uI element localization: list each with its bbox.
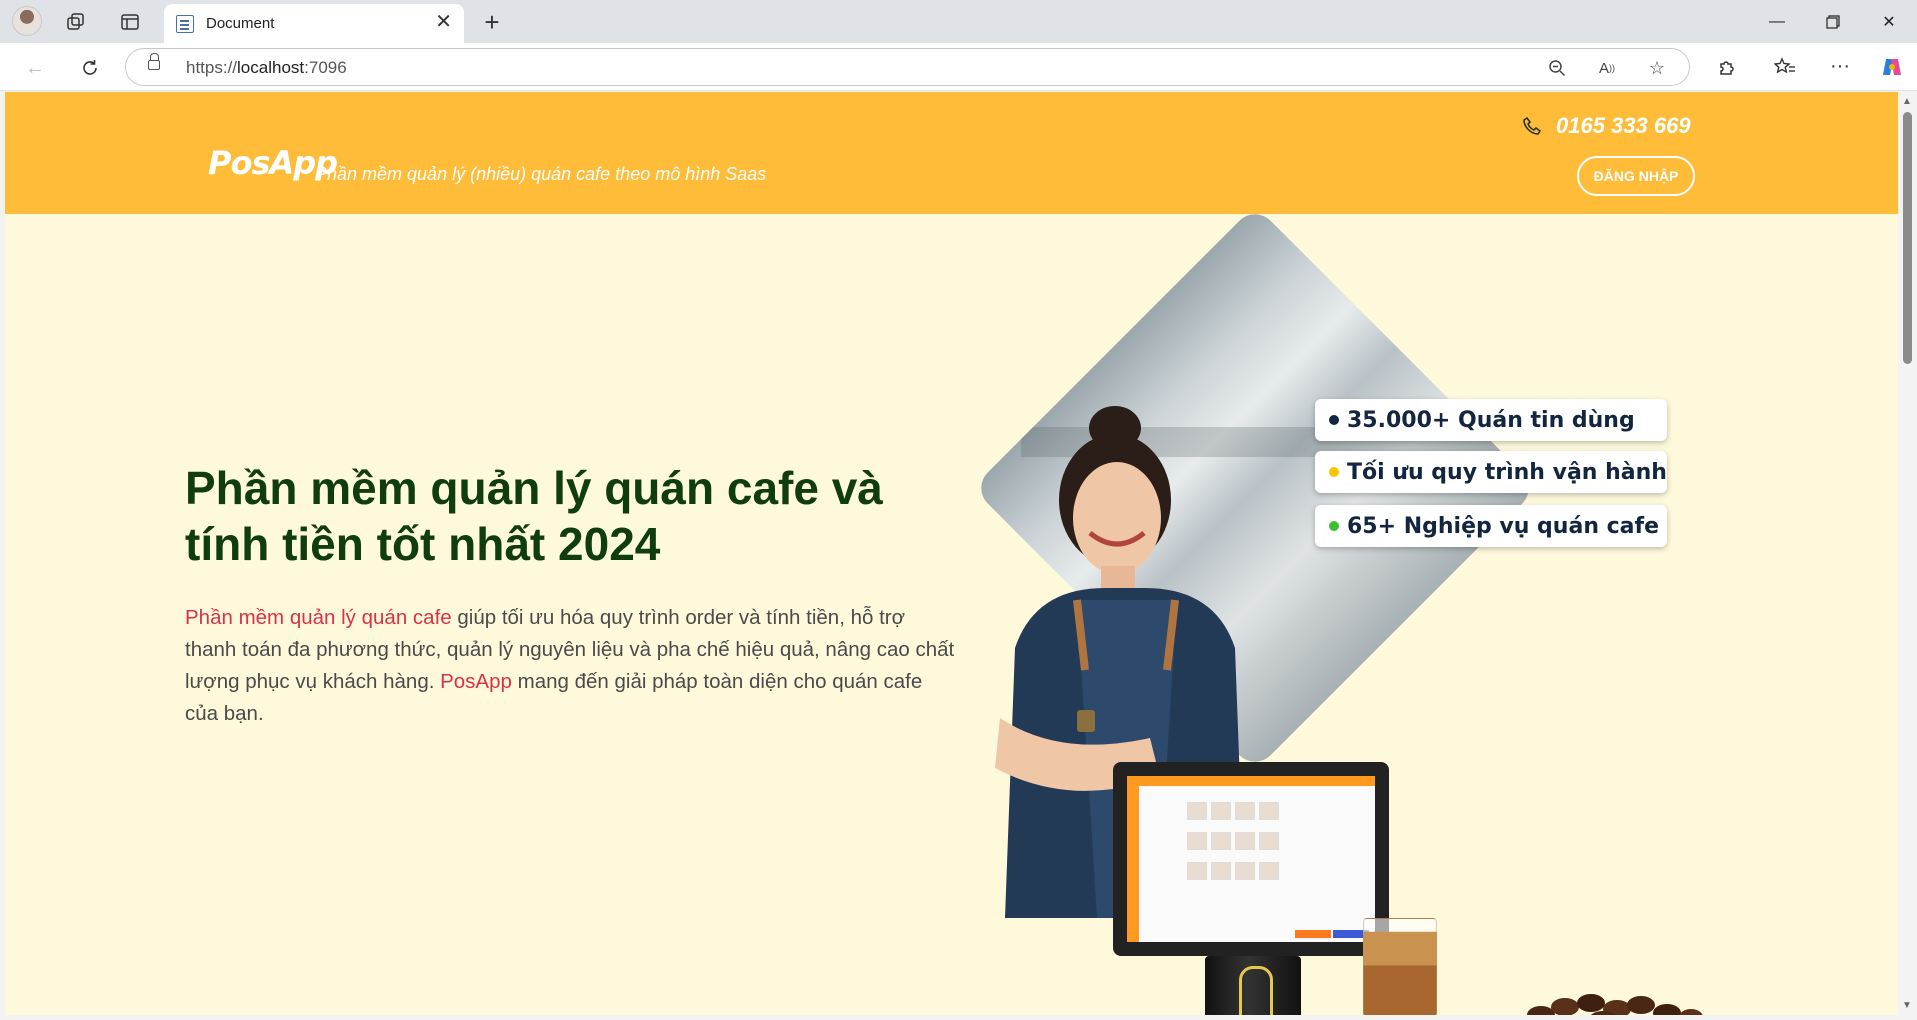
- page-viewport: PosApp Phần mềm quản lý (nhiều) quán caf…: [5, 92, 1898, 1015]
- hero-title: Phần mềm quản lý quán cafe và tính tiền …: [185, 462, 883, 570]
- tab-strip: Document ✕ + — ✕: [0, 0, 1917, 43]
- site-header: PosApp Phần mềm quản lý (nhiều) quán caf…: [5, 92, 1898, 214]
- read-aloud-icon[interactable]: A)): [1596, 57, 1618, 79]
- favorites-icon[interactable]: [1770, 52, 1800, 82]
- extensions-icon[interactable]: [1712, 52, 1742, 82]
- brand-link[interactable]: PosApp: [440, 670, 512, 693]
- stat-badge-3: 65+ Nghiệp vụ quán cafe: [1315, 505, 1667, 547]
- pos-terminal-image: [1113, 762, 1389, 956]
- page-scrollbar[interactable]: ▲ ▼: [1898, 92, 1917, 1015]
- minimize-icon[interactable]: —: [1749, 0, 1805, 43]
- coffee-beans-image: [1527, 994, 1703, 1015]
- phone-number[interactable]: 0165 333 669: [1556, 113, 1691, 139]
- zoom-out-icon[interactable]: [1546, 57, 1568, 79]
- address-bar: ← https://localhost:7096 A)) ☆ ···: [0, 43, 1917, 91]
- more-icon[interactable]: ···: [1825, 51, 1855, 81]
- bullet-dot: [1329, 521, 1339, 531]
- back-icon[interactable]: ←: [20, 53, 50, 83]
- stat-badge-1: 35.000+ Quán tin dùng: [1315, 399, 1667, 441]
- refresh-icon[interactable]: [75, 53, 105, 83]
- login-button[interactable]: ĐĂNG NHẬP: [1577, 156, 1695, 196]
- iced-coffee-image: [1363, 918, 1437, 1015]
- restore-icon[interactable]: [1805, 0, 1861, 43]
- phone-icon: [1523, 116, 1542, 135]
- tab-actions-icon[interactable]: [116, 8, 144, 36]
- phone-contact[interactable]: 0165 333 669: [1522, 113, 1691, 139]
- lock-icon[interactable]: [148, 53, 160, 70]
- favorite-icon[interactable]: ☆: [1646, 57, 1668, 79]
- active-tab[interactable]: Document ✕: [164, 4, 464, 43]
- scroll-thumb[interactable]: [1903, 112, 1912, 364]
- workspaces-icon[interactable]: [62, 8, 90, 36]
- pos-screen: [1127, 776, 1375, 942]
- hero-illustration: 35.000+ Quán tin dùng Tối ưu quy trình v…: [965, 205, 1705, 1015]
- product-link[interactable]: Phần mềm quản lý quán cafe: [185, 606, 452, 629]
- stat-badge-2: Tối ưu quy trình vận hành: [1315, 451, 1667, 493]
- terminal-stand: [1205, 956, 1301, 1015]
- profile-icon[interactable]: [12, 6, 42, 36]
- scroll-down-icon[interactable]: ▼: [1902, 1000, 1912, 1011]
- close-window-icon[interactable]: ✕: [1861, 0, 1917, 43]
- bullet-dot: [1329, 415, 1339, 425]
- copilot-icon[interactable]: [1877, 52, 1907, 82]
- new-tab-icon[interactable]: +: [478, 7, 506, 37]
- url-field[interactable]: https://localhost:7096 A)) ☆: [125, 48, 1690, 86]
- site-tagline: Phần mềm quản lý (nhiều) quán cafe theo …: [315, 164, 767, 184]
- document-icon: [176, 15, 194, 33]
- scroll-up-icon[interactable]: ▲: [1902, 96, 1912, 107]
- bullet-dot: [1329, 467, 1339, 477]
- hero-description: Phần mềm quản lý quán cafe giúp tối ưu h…: [185, 606, 955, 725]
- url-text[interactable]: https://localhost:7096: [186, 58, 347, 78]
- tab-title: Document: [206, 15, 275, 32]
- close-icon[interactable]: ✕: [435, 12, 452, 32]
